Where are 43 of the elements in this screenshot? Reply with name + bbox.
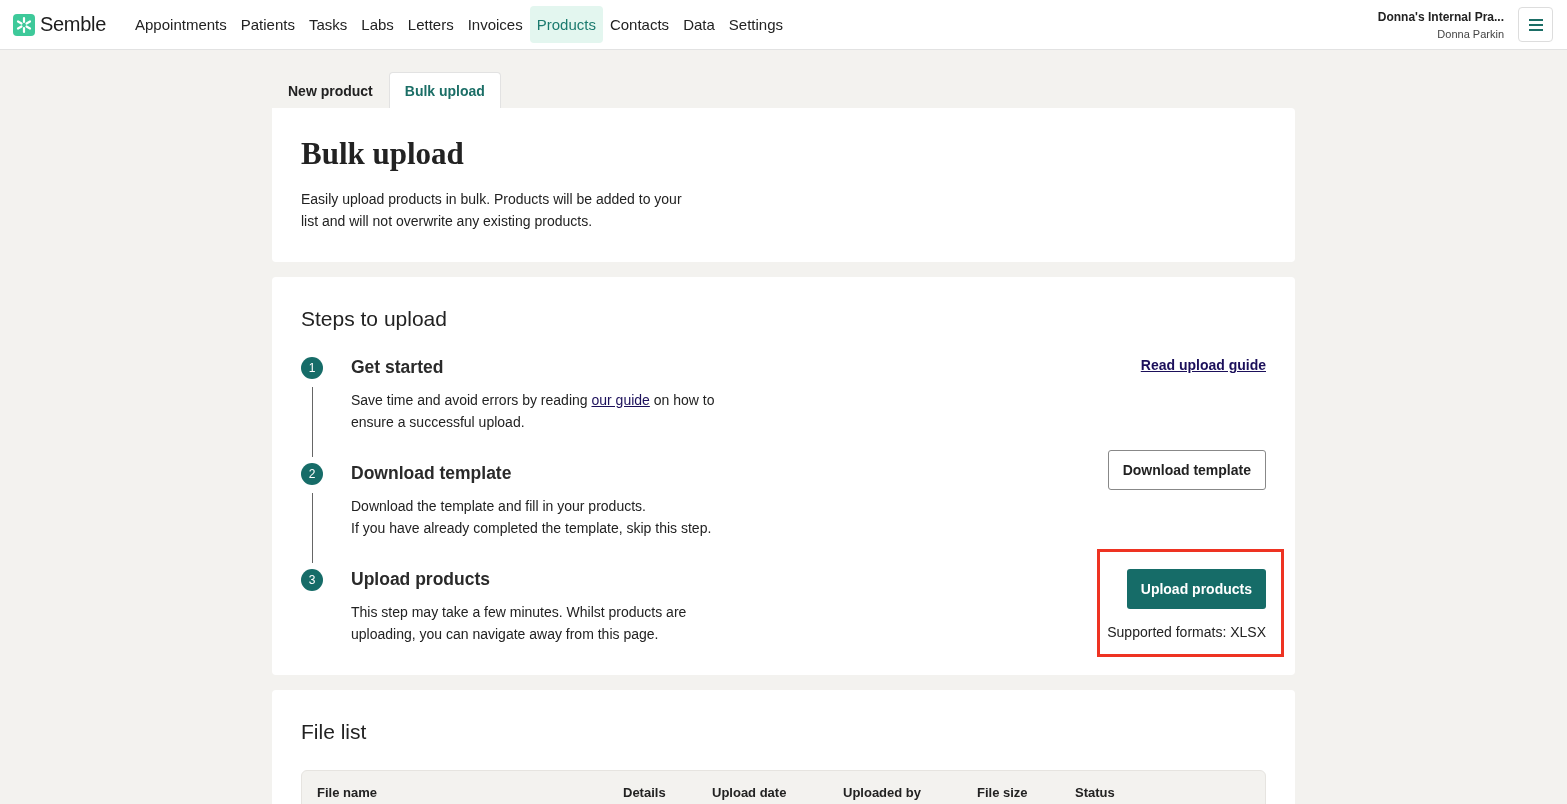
column-header: Details <box>623 785 667 800</box>
intro-text: Easily upload products in bulk. Products will be added to your list and will not overwrite any existing products. <box>301 190 683 231</box>
step-title: Upload products <box>351 569 492 590</box>
nav-item[interactable]: Tasks <box>301 6 355 43</box>
menu-button[interactable] <box>1518 7 1553 42</box>
nav-item[interactable]: Data <box>676 6 722 43</box>
upload-products-button[interactable]: Upload products <box>1126 569 1266 609</box>
step-description: Download the template and fill in your products. <box>351 497 647 516</box>
logo-icon <box>13 13 35 36</box>
column-header: File name <box>317 785 378 800</box>
step-description: Save time and avoid errors by reading our guide on how to ensure a successful upload. <box>351 391 716 432</box>
column-header: Upload date <box>712 785 788 800</box>
nav-item[interactable]: Letters <box>400 6 461 43</box>
step-title: Download template <box>351 463 513 484</box>
download-template-button[interactable]: Download template <box>1107 450 1266 490</box>
nav-item[interactable]: Settings <box>721 6 790 43</box>
supported-formats-note: Supported formats: XLSX <box>1107 624 1266 640</box>
column-header: File size <box>977 785 1029 800</box>
page-title: Bulk upload <box>301 136 465 172</box>
column-header: Uploaded by <box>843 785 922 800</box>
nav-item[interactable]: Appointments <box>128 6 234 43</box>
step-description: If you have already completed the template, skip this step. <box>351 519 713 538</box>
nav-item[interactable]: Labs <box>354 6 401 43</box>
section-title: Steps to upload <box>301 306 448 331</box>
section-title: File list <box>301 719 368 744</box>
brand-name: Semble <box>40 13 106 36</box>
step-description: This step may take a few minutes. Whilst products are uploading, you can navigate away from this page. <box>351 603 688 644</box>
nav-item[interactable]: Invoices <box>460 6 530 43</box>
step-number: 3 <box>301 569 323 591</box>
column-header: Status <box>1075 785 1116 800</box>
menu-icon <box>1528 18 1543 31</box>
read-guide-link[interactable]: Read upload guide <box>1140 357 1266 373</box>
nav-item[interactable]: Patients <box>233 6 302 43</box>
step-number: 1 <box>301 357 323 379</box>
practice-name: Donna's Internal Pra... <box>1377 9 1504 24</box>
nav-item[interactable]: Contacts <box>602 6 677 43</box>
step-title: Get started <box>351 357 445 378</box>
tab[interactable]: New product <box>272 72 389 108</box>
nav-item[interactable]: Products <box>529 6 603 43</box>
step-number: 2 <box>301 463 323 485</box>
tab[interactable]: Bulk upload <box>388 72 501 108</box>
user-name: Donna Parkin <box>1437 27 1504 40</box>
guide-link[interactable]: our guide <box>591 392 650 408</box>
